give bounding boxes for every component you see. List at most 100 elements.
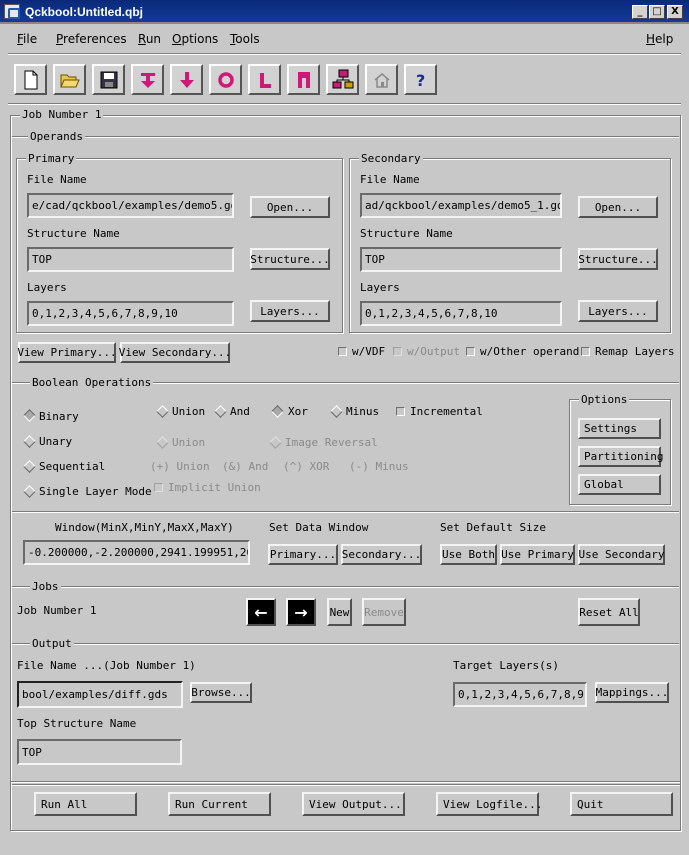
output-file-input[interactable]: bool/examples/diff.gds (17, 681, 183, 708)
l-shape-icon (259, 72, 271, 88)
menu-file[interactable]: File (17, 32, 37, 46)
secondary-structure-input[interactable]: TOP (360, 247, 562, 272)
seq-xor-option[interactable]: (^) XOR (283, 460, 329, 473)
global-button[interactable]: Global (578, 474, 661, 495)
window-primary-button[interactable]: Primary... (268, 544, 338, 565)
new-job-button[interactable]: New (327, 598, 352, 626)
mappings-button[interactable]: Mappings... (595, 682, 669, 703)
boolean-title: Boolean Operations (30, 376, 154, 389)
network-button[interactable] (326, 64, 359, 95)
secondary-layers-label: Layers (360, 281, 400, 294)
use-primary-button[interactable]: Use Primary (500, 544, 575, 565)
view-primary-button[interactable]: View Primary... (17, 342, 117, 363)
next-job-button[interactable]: → (286, 598, 316, 626)
run-all-button[interactable]: Run All (34, 792, 137, 816)
primary-open-button[interactable]: Open... (250, 196, 330, 218)
jobs-rule (12, 586, 679, 588)
primary-file-input[interactable]: e/cad/qckbool/examples/demo5.gds (27, 193, 234, 218)
set-default-size-label: Set Default Size (440, 521, 546, 534)
remove-job-button[interactable]: Remove (362, 598, 406, 626)
primary-structure-label: Structure Name (27, 227, 120, 240)
run-current-button[interactable]: Run Current (168, 792, 271, 816)
primary-layers-input[interactable]: 0,1,2,3,4,5,6,7,8,9,10 (27, 301, 234, 326)
secondary-structure-label: Structure Name (360, 227, 453, 240)
seq-minus-option[interactable]: (-) Minus (349, 460, 409, 473)
title-bar: Qckbool:Untitled.qbj _ □ X (0, 0, 689, 24)
minus-label: Minus (346, 405, 380, 418)
window-title: Qckbool:Untitled.qbj (25, 5, 143, 19)
options-title: Options (579, 393, 630, 406)
w-other-checkbox[interactable] (466, 347, 475, 356)
pi-shape-button[interactable] (287, 64, 320, 95)
left-arrow-icon: ← (254, 602, 268, 622)
top-structure-label: Top Structure Name (17, 717, 137, 730)
output-rule (12, 643, 679, 645)
view-logfile-button[interactable]: View Logfile... (436, 792, 542, 816)
current-job-label: Job Number 1 (17, 604, 97, 617)
unary-label: Unary (39, 435, 73, 448)
open-icon (59, 74, 80, 87)
minimize-button[interactable]: _ (632, 5, 648, 19)
secondary-open-button[interactable]: Open... (578, 196, 658, 218)
menu-run[interactable]: Run (138, 32, 161, 46)
single-layer-label: Single Layer Mode (39, 485, 152, 498)
reset-all-button[interactable]: Reset All (578, 598, 640, 626)
incremental-checkbox[interactable] (396, 407, 405, 416)
incremental-label: Incremental (410, 405, 483, 418)
save-icon (100, 71, 117, 88)
implicit-union-checkbox[interactable] (154, 483, 163, 492)
menu-tools[interactable]: Tools (230, 32, 260, 46)
toolbar-separator (8, 103, 681, 105)
new-button[interactable] (14, 64, 47, 95)
w-vdf-checkbox[interactable] (338, 347, 347, 356)
w-output-label: w/Output (407, 345, 460, 358)
home-button[interactable] (365, 64, 398, 95)
down-arrow-button[interactable] (170, 64, 203, 95)
merge-down-button[interactable] (131, 64, 164, 95)
settings-button[interactable]: Settings (578, 418, 661, 439)
top-structure-input[interactable]: TOP (17, 739, 182, 765)
save-button[interactable] (92, 64, 125, 95)
image-reversal-label: Image Reversal (285, 436, 378, 449)
job-title: Job Number 1 (20, 108, 104, 121)
menu-help[interactable]: Help (646, 32, 673, 46)
view-output-button[interactable]: View Output... (302, 792, 405, 816)
use-both-button[interactable]: Use Both (440, 544, 497, 565)
circle-button[interactable] (209, 64, 242, 95)
and-label: And (230, 405, 250, 418)
network-icon (332, 69, 353, 88)
window-secondary-button[interactable]: Secondary... (341, 544, 422, 565)
secondary-layers-button[interactable]: Layers... (578, 300, 658, 322)
use-secondary-button[interactable]: Use Secondary (578, 544, 665, 565)
remap-layers-checkbox[interactable] (581, 347, 590, 356)
quit-button[interactable]: Quit (570, 792, 673, 816)
primary-structure-button[interactable]: Structure... (250, 248, 330, 270)
window-coords-input[interactable]: -0.200000,-2.200000,2941.199951,262E (23, 540, 250, 565)
target-layers-input[interactable]: 0,1,2,3,4,5,6,7,8,9, (453, 682, 587, 707)
previous-job-button[interactable]: ← (246, 598, 276, 626)
remap-layers-label: Remap Layers (595, 345, 675, 358)
open-button[interactable] (53, 64, 86, 95)
primary-structure-input[interactable]: TOP (27, 247, 234, 272)
view-secondary-button[interactable]: View Secondary... (119, 342, 231, 363)
maximize-button[interactable]: □ (649, 5, 665, 19)
secondary-layers-input[interactable]: 0,1,2,3,4,5,6,7,8,10 (360, 301, 562, 326)
seq-union-option[interactable]: (+) Union (150, 460, 210, 473)
window-rule-top (12, 511, 679, 513)
secondary-file-input[interactable]: ad/qckbool/examples/demo5_1.gds (360, 193, 562, 218)
menu-preferences[interactable]: Preferences (56, 32, 127, 46)
primary-layers-label: Layers (27, 281, 67, 294)
set-data-window-label: Set Data Window (269, 521, 369, 534)
unary-union-label: Union (172, 436, 206, 449)
jobs-title: Jobs (30, 580, 61, 593)
secondary-structure-button[interactable]: Structure... (578, 248, 658, 270)
menu-options[interactable]: Options (172, 32, 218, 46)
close-button[interactable]: X (667, 5, 683, 19)
partitioning-button[interactable]: Partitioning (578, 446, 663, 467)
browse-button[interactable]: Browse... (190, 682, 252, 703)
seq-and-option[interactable]: (&) And (222, 460, 268, 473)
primary-layers-button[interactable]: Layers... (250, 300, 330, 322)
l-shape-button[interactable] (248, 64, 281, 95)
w-output-checkbox[interactable] (393, 347, 402, 356)
help-button[interactable]: ? (404, 64, 437, 95)
